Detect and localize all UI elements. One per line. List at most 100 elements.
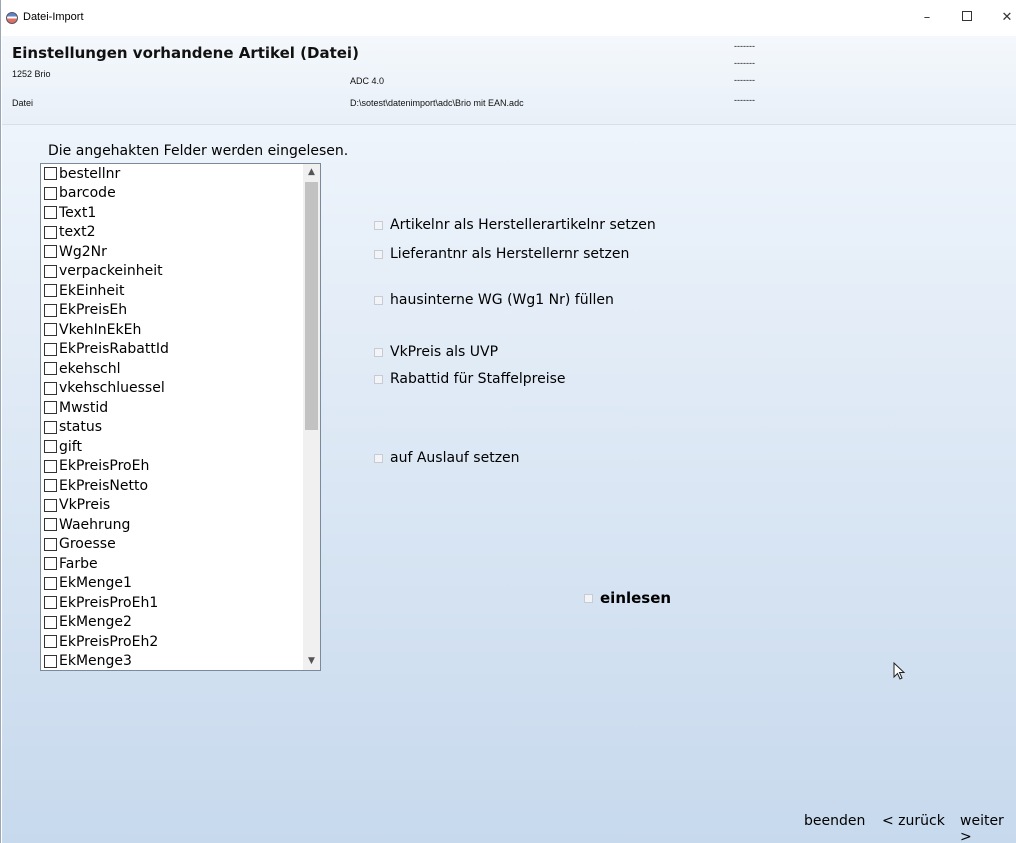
option-einlesen-checkbox[interactable]	[584, 593, 593, 603]
field-checkbox[interactable]	[44, 303, 57, 317]
status-line-2: -------	[734, 58, 755, 68]
field-checkbox[interactable]	[44, 498, 57, 512]
field-list-item[interactable]: verpackeinheit	[41, 262, 303, 282]
field-label: EkPreisProEh	[59, 458, 150, 475]
field-list-item[interactable]: vkehschluessel	[41, 379, 303, 399]
field-checkbox[interactable]	[44, 537, 57, 551]
field-checkbox[interactable]	[44, 225, 57, 239]
option-vkpreis-uvp-label: VkPreis als UVP	[390, 344, 499, 360]
maximize-button[interactable]	[947, 6, 987, 30]
field-list-item[interactable]: EkPreisNetto	[41, 476, 303, 496]
field-checkbox[interactable]	[44, 420, 57, 434]
back-button[interactable]: < zurück	[882, 813, 945, 829]
field-checkbox[interactable]	[44, 654, 57, 668]
beenden-button[interactable]: beenden	[804, 813, 865, 829]
field-checkbox[interactable]	[44, 440, 57, 454]
field-label: Groesse	[59, 536, 116, 553]
field-list-item[interactable]: EkMenge2	[41, 613, 303, 633]
field-list-item[interactable]: Text1	[41, 203, 303, 223]
field-list-item[interactable]: Waehrung	[41, 515, 303, 535]
field-label: Waehrung	[59, 516, 131, 533]
field-label: EkPreisRabattId	[59, 341, 169, 358]
header-panel: Einstellungen vorhandene Artikel (Datei)…	[2, 36, 1016, 125]
option-lieferantnr-label: Lieferantnr als Herstellernr setzen	[390, 246, 630, 262]
field-label: gift	[59, 438, 82, 455]
field-checkbox[interactable]	[44, 264, 57, 278]
field-checkbox[interactable]	[44, 479, 57, 493]
field-label: EkPreisProEh2	[59, 633, 159, 650]
field-checkbox[interactable]	[44, 518, 57, 532]
field-list-item[interactable]: Farbe	[41, 554, 303, 574]
field-list-item[interactable]: EkMenge3	[41, 652, 303, 671]
option-artikelnr[interactable]: Artikelnr als Herstellerartikelnr setzen	[374, 217, 656, 233]
field-list-item[interactable]: status	[41, 418, 303, 438]
field-checkbox[interactable]	[44, 186, 57, 200]
field-checkbox[interactable]	[44, 323, 57, 337]
field-list-item[interactable]: EkPreisRabattId	[41, 340, 303, 360]
field-checkbox[interactable]	[44, 596, 57, 610]
scroll-up-icon[interactable]: ▲	[303, 164, 320, 181]
field-list-items: bestellnr barcode Text1 text2 Wg2Nr verpackei…	[41, 164, 303, 671]
mouse-cursor-icon	[893, 662, 906, 680]
option-vkpreis-uvp-checkbox[interactable]	[374, 347, 383, 357]
field-list-item[interactable]: VkPreis	[41, 496, 303, 516]
field-list-item[interactable]: Mwstid	[41, 398, 303, 418]
field-list-item[interactable]: VkehInEkEh	[41, 320, 303, 340]
field-list-item[interactable]: ekehschl	[41, 359, 303, 379]
option-einlesen[interactable]: einlesen	[584, 589, 671, 607]
field-label: barcode	[59, 185, 116, 202]
field-checkbox[interactable]	[44, 459, 57, 473]
field-label: VkehInEkEh	[59, 321, 142, 338]
field-checkbox[interactable]	[44, 381, 57, 395]
option-artikelnr-checkbox[interactable]	[374, 220, 383, 230]
option-lieferantnr-checkbox[interactable]	[374, 249, 383, 259]
field-label: VkPreis	[59, 497, 111, 514]
title-bar: Datei-Import – ✕	[1, 0, 1016, 36]
list-scrollbar[interactable]: ▲ ▼	[303, 164, 320, 670]
option-vkpreis-uvp[interactable]: VkPreis als UVP	[374, 344, 498, 360]
field-checkbox[interactable]	[44, 362, 57, 376]
next-button[interactable]: weiter >	[960, 813, 1016, 843]
field-checkbox[interactable]	[44, 635, 57, 649]
field-list-item[interactable]: gift	[41, 437, 303, 457]
scroll-thumb[interactable]	[305, 182, 318, 430]
option-hausinterne-wg-label: hausinterne WG (Wg1 Nr) füllen	[390, 292, 614, 308]
field-checkbox[interactable]	[44, 557, 57, 571]
field-list-item[interactable]: Wg2Nr	[41, 242, 303, 262]
option-auslauf-checkbox[interactable]	[374, 453, 383, 463]
field-checkbox[interactable]	[44, 576, 57, 590]
field-label: status	[59, 419, 103, 436]
option-lieferantnr[interactable]: Lieferantnr als Herstellernr setzen	[374, 246, 629, 262]
close-button[interactable]: ✕	[987, 6, 1016, 30]
field-list-item[interactable]: EkPreisProEh2	[41, 632, 303, 652]
field-label: Wg2Nr	[59, 243, 107, 260]
option-rabattid[interactable]: Rabattid für Staffelpreise	[374, 371, 566, 387]
field-list-item[interactable]: bestellnr	[41, 164, 303, 184]
option-auslauf[interactable]: auf Auslauf setzen	[374, 450, 520, 466]
field-list[interactable]: bestellnr barcode Text1 text2 Wg2Nr verpackei…	[40, 163, 321, 671]
field-checkbox[interactable]	[44, 401, 57, 415]
field-list-item[interactable]: text2	[41, 223, 303, 243]
field-checkbox[interactable]	[44, 342, 57, 356]
minimize-button[interactable]: –	[907, 6, 947, 30]
option-hausinterne-wg-checkbox[interactable]	[374, 295, 383, 305]
scroll-down-icon[interactable]: ▼	[303, 653, 320, 670]
option-rabattid-checkbox[interactable]	[374, 374, 383, 384]
field-list-item[interactable]: barcode	[41, 184, 303, 204]
field-checkbox[interactable]	[44, 615, 57, 629]
field-label: EkPreisEh	[59, 302, 128, 319]
field-list-item[interactable]: EkEinheit	[41, 281, 303, 301]
option-hausinterne-wg[interactable]: hausinterne WG (Wg1 Nr) füllen	[374, 292, 614, 308]
field-list-item[interactable]: EkPreisProEh1	[41, 593, 303, 613]
field-list-item[interactable]: EkPreisEh	[41, 301, 303, 321]
field-checkbox[interactable]	[44, 167, 57, 181]
field-list-item[interactable]: EkMenge1	[41, 574, 303, 594]
field-label: EkPreisNetto	[59, 477, 149, 494]
field-checkbox[interactable]	[44, 245, 57, 259]
import-window: Datei-Import – ✕ Einstellungen vorhanden…	[0, 0, 1016, 843]
field-list-item[interactable]: Groesse	[41, 535, 303, 555]
field-label: EkMenge3	[59, 653, 132, 670]
field-checkbox[interactable]	[44, 284, 57, 298]
field-list-item[interactable]: EkPreisProEh	[41, 457, 303, 477]
field-checkbox[interactable]	[44, 206, 57, 220]
